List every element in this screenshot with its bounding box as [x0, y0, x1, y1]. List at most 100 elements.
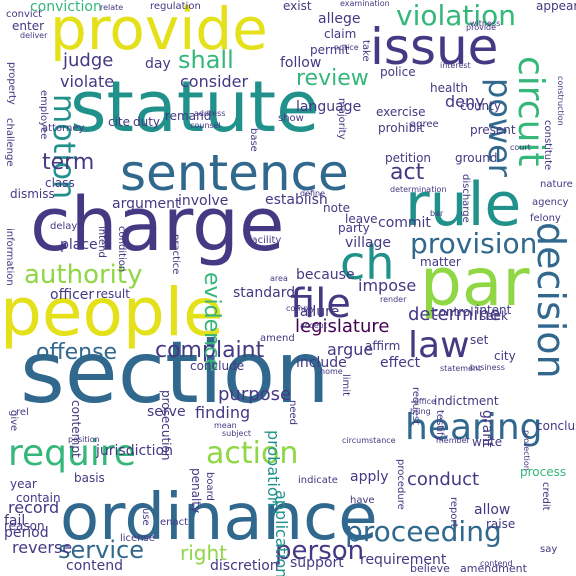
word-area: area: [270, 274, 288, 283]
word-delay: delay: [50, 221, 78, 232]
word-reverse: reverse: [12, 538, 73, 557]
word-request: request: [410, 387, 421, 426]
word-conduct: conduct: [407, 469, 480, 490]
word-condition: condition: [116, 226, 127, 273]
word-mean: mean: [214, 421, 237, 430]
word-violate: violate: [60, 72, 115, 91]
word-construction: construction: [556, 76, 565, 126]
word-impose: impose: [358, 276, 417, 295]
word-credit: credit: [540, 482, 551, 511]
word-result: result: [96, 287, 130, 301]
word-party: party: [338, 221, 370, 235]
word-discharge: discharge: [460, 174, 471, 223]
word-decision: decision: [529, 222, 573, 379]
word-regulation: regulation: [150, 1, 201, 12]
word-have: have: [350, 495, 375, 506]
word-show: show: [278, 113, 304, 124]
word-contend: contend: [66, 558, 123, 574]
word-exercise: exercise: [376, 105, 426, 119]
word-village: village: [345, 235, 392, 251]
word-support: support: [290, 555, 344, 571]
word-set: set: [470, 333, 489, 347]
word-health: health: [430, 81, 468, 95]
word-board: board: [204, 472, 215, 501]
word-write: write: [472, 435, 503, 449]
word-act: act: [390, 160, 425, 185]
word-need: need: [287, 400, 298, 425]
word-proceeding: proceeding: [345, 515, 502, 548]
word-indicate: indicate: [298, 475, 338, 486]
word-define: define: [300, 189, 326, 198]
word-shall: shall: [178, 46, 234, 74]
word-place: place: [60, 237, 98, 253]
word-allow: allow: [474, 502, 511, 518]
word-prosecution: prosecution: [159, 390, 173, 461]
word-comply: comply: [286, 304, 316, 313]
word-determination: determination: [390, 185, 447, 194]
word-indictment: indictment: [434, 394, 499, 408]
word-officer: officer: [50, 287, 95, 303]
word-counsel: counsel: [190, 121, 221, 130]
word-standard: standard: [233, 285, 296, 301]
word-year: year: [10, 477, 37, 491]
word-contend: contend: [480, 559, 513, 568]
word-term: term: [42, 150, 95, 175]
word-penalty: penalty: [189, 468, 203, 514]
word-property: property: [6, 62, 17, 105]
word-matter: matter: [420, 255, 461, 269]
word-consider: consider: [180, 72, 249, 91]
word-member: member: [436, 436, 470, 445]
word-agree: agree: [410, 119, 439, 130]
word-use: use: [140, 508, 151, 526]
word-court: court: [510, 143, 531, 152]
word-contempt: contempt: [69, 400, 83, 458]
word-say: say: [540, 544, 558, 555]
word-convict: convict: [6, 9, 43, 20]
word-office: office: [414, 397, 436, 406]
word-control: control: [432, 305, 474, 319]
word-affirm: affirm: [365, 339, 401, 353]
word-bring: bring: [410, 407, 431, 416]
word-petition: petition: [385, 151, 432, 165]
word-provide: provide: [466, 23, 497, 32]
word-argument: argument: [112, 196, 181, 212]
word-review: review: [296, 66, 369, 91]
word-agency: agency: [532, 197, 569, 208]
word-ground: ground: [455, 151, 498, 165]
word-reason: reason: [4, 519, 45, 533]
word-interest: interest: [440, 61, 471, 70]
word-present: present: [470, 123, 516, 137]
word-because: because: [296, 267, 355, 283]
word-finding: finding: [195, 403, 251, 422]
word-position: position: [68, 435, 100, 444]
word-follow: follow: [280, 55, 322, 71]
word-involve: involve: [178, 193, 229, 209]
word-judge: judge: [63, 50, 114, 71]
word-limit: limit: [340, 374, 351, 396]
word-conclusion: conclusion: [536, 419, 576, 433]
word-practice: practice: [170, 234, 181, 275]
word-base: base: [248, 128, 259, 152]
word-contain: contain: [16, 491, 61, 505]
word-address: address: [194, 109, 226, 118]
word-enact: enact: [160, 517, 189, 528]
word-city: city: [494, 349, 516, 363]
word-protection: protection: [522, 430, 531, 471]
word-render: render: [380, 295, 407, 304]
word-raise: raise: [486, 517, 516, 531]
word-appear: appear: [536, 0, 576, 13]
word-purpose: purpose: [218, 384, 292, 405]
word-notice: notice: [334, 43, 359, 52]
word-intend: intend: [96, 226, 107, 258]
word-rel: rel: [16, 407, 29, 418]
word-amend: amend: [260, 333, 295, 344]
word-exist: exist: [283, 0, 312, 13]
word-basis: basis: [74, 471, 105, 485]
word-commit: commit: [378, 215, 431, 231]
word-attorney: attorney: [42, 123, 85, 134]
word-license: license: [120, 533, 155, 544]
word-day: day: [145, 56, 171, 72]
word-county: county: [460, 99, 501, 113]
word-action: action: [206, 436, 299, 471]
word-majority: majority: [336, 98, 347, 140]
